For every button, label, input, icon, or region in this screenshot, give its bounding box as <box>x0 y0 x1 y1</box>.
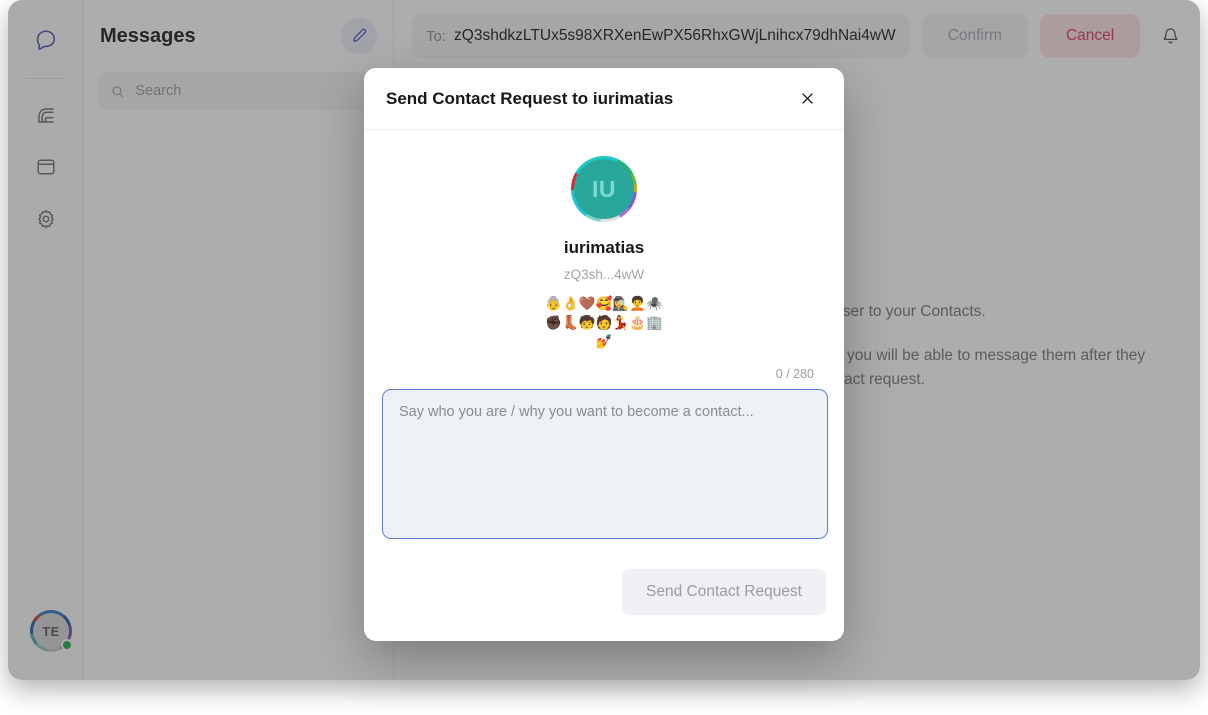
character-counter: 0 / 280 <box>775 367 814 381</box>
send-contact-request-dialog: Send Contact Request to iurimatias IU iu… <box>364 68 844 641</box>
dialog-header: Send Contact Request to iurimatias <box>364 68 844 130</box>
peer-avatar: IU <box>571 156 637 222</box>
message-input[interactable] <box>382 389 828 539</box>
close-button[interactable] <box>792 84 822 114</box>
dialog-title: Send Contact Request to iurimatias <box>386 88 674 108</box>
peer-emoji-hash: 👵👌🤎🥰🕵️‍♀️🧑‍🦱🕷️✊🏿👢🧒🧑💃🎂🏢💅 <box>545 296 663 349</box>
dialog-body: IU iurimatias zQ3sh...4wW 👵👌🤎🥰🕵️‍♀️🧑‍🦱🕷️… <box>364 130 844 549</box>
peer-name: iurimatias <box>563 238 645 257</box>
close-icon <box>801 93 813 104</box>
peer-avatar-initials: IU <box>574 159 634 219</box>
peer-short-id: zQ3sh...4wW <box>563 267 645 282</box>
peer-identity-block: IU iurimatias zQ3sh...4wW 👵👌🤎🥰🕵️‍♀️🧑‍🦱🕷️… <box>382 156 826 351</box>
dialog-footer: Send Contact Request <box>364 549 844 641</box>
send-contact-request-button[interactable]: Send Contact Request <box>622 569 826 615</box>
